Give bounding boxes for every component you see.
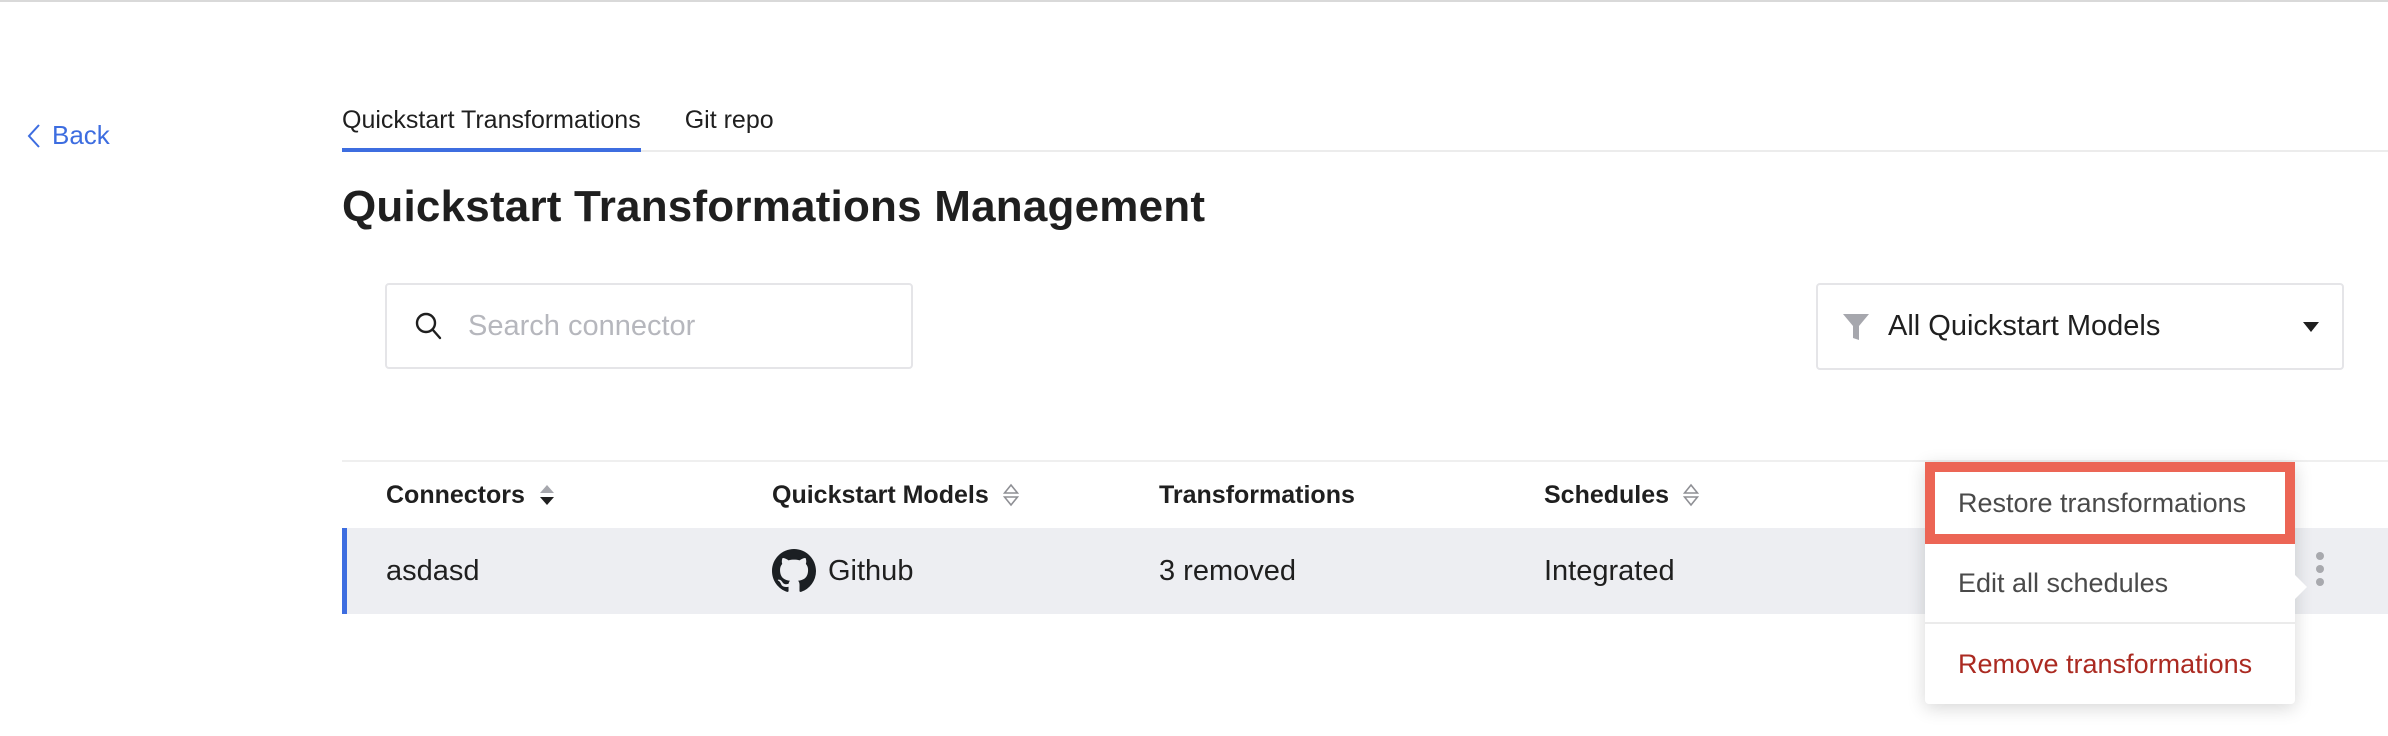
column-label: Schedules [1544,480,1670,509]
menu-item-remove-transformations[interactable]: Remove transformations [1925,624,2295,704]
menu-item-restore-transformations[interactable]: Restore transformations [1925,462,2295,544]
caret-down-icon [2303,321,2319,332]
column-label: Transformations [1159,480,1355,509]
column-header-transformations: Transformations [1159,462,1355,528]
tab-quickstart-transformations[interactable]: Quickstart Transformations [342,98,641,152]
search-input[interactable] [466,308,870,344]
row-actions-menu: Restore transformations Edit all schedul… [1925,462,2307,704]
model-name: Github [828,554,914,587]
column-header-connectors[interactable]: Connectors [386,462,555,528]
chevron-left-icon [27,123,40,148]
cell-connector: asdasd [386,554,480,587]
cell-quickstart-model: Github [772,528,913,614]
sort-icon [1002,483,1019,507]
menu-item-edit-all-schedules[interactable]: Edit all schedules [1925,544,2295,622]
sort-descending-icon [539,485,554,505]
menu-pointer [2295,575,2307,599]
page-title: Quickstart Transformations Management [342,182,1206,231]
filter-funnel-icon [1843,313,1869,340]
tab-git-repo[interactable]: Git repo [685,98,774,150]
filter-selected-value: All Quickstart Models [1888,310,2161,342]
column-header-quickstart-models[interactable]: Quickstart Models [772,462,1019,528]
search-box [385,283,913,369]
github-icon [772,549,816,592]
back-label: Back [52,120,110,150]
column-label: Quickstart Models [772,480,989,509]
sort-icon [1683,483,1700,507]
model-filter-dropdown[interactable]: All Quickstart Models [1816,283,2344,370]
back-link[interactable]: Back [26,120,110,151]
column-label: Connectors [386,480,525,509]
kebab-dot [2316,552,2324,560]
row-actions-kebab-icon[interactable] [2311,552,2329,586]
tab-bar: Quickstart Transformations Git repo [342,98,2388,152]
column-header-schedules[interactable]: Schedules [1544,462,1700,528]
kebab-dot [2316,578,2324,586]
cell-transformations: 3 removed [1159,554,1297,587]
kebab-dot [2316,565,2324,573]
cell-schedules: Integrated [1544,554,1675,587]
search-icon [415,312,442,340]
